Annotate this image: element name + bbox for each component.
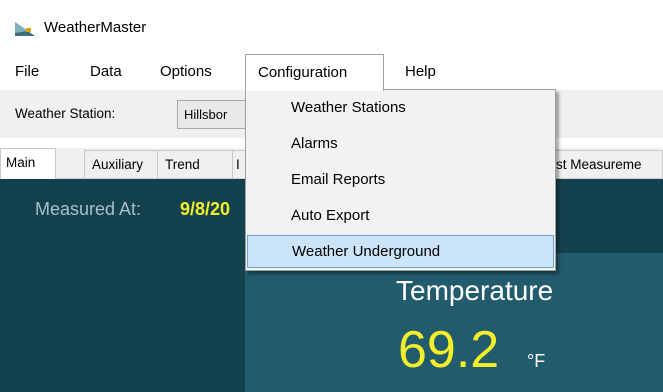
temperature-unit: °F — [527, 351, 546, 371]
tab-last-measurement[interactable]: st Measureme — [556, 150, 663, 178]
temperature-label: Temperature — [396, 275, 554, 306]
temperature-value: 69.2 — [398, 321, 500, 379]
measured-at-label: Measured At: — [35, 199, 142, 219]
tab-auxiliary[interactable]: Auxiliary — [84, 150, 158, 178]
menu-data[interactable]: Data — [82, 54, 130, 90]
menu-file[interactable]: File — [7, 54, 47, 90]
weathermaster-app-icon — [15, 22, 35, 36]
menu-help[interactable]: Help — [397, 54, 444, 90]
weather-station-label: Weather Station: — [15, 106, 116, 121]
menu-item-weather-stations[interactable]: Weather Stations — [247, 91, 554, 125]
measured-at-value: 9/8/20 — [180, 199, 231, 219]
tab-trend[interactable]: Trend — [157, 150, 233, 178]
menu-configuration[interactable]: Configuration — [245, 54, 384, 91]
menu-item-auto-export[interactable]: Auto Export — [247, 199, 554, 233]
configuration-dropdown-menu: Weather Stations Alarms Email Reports Au… — [245, 89, 556, 271]
window-title: WeatherMaster — [44, 19, 147, 36]
tab-partial[interactable]: I — [232, 150, 246, 178]
menu-options[interactable]: Options — [152, 54, 220, 90]
menu-item-email-reports[interactable]: Email Reports — [247, 163, 554, 197]
menu-item-weather-underground[interactable]: Weather Underground — [247, 235, 554, 268]
tab-main[interactable]: Main — [0, 148, 56, 179]
menu-item-alarms[interactable]: Alarms — [247, 127, 554, 161]
